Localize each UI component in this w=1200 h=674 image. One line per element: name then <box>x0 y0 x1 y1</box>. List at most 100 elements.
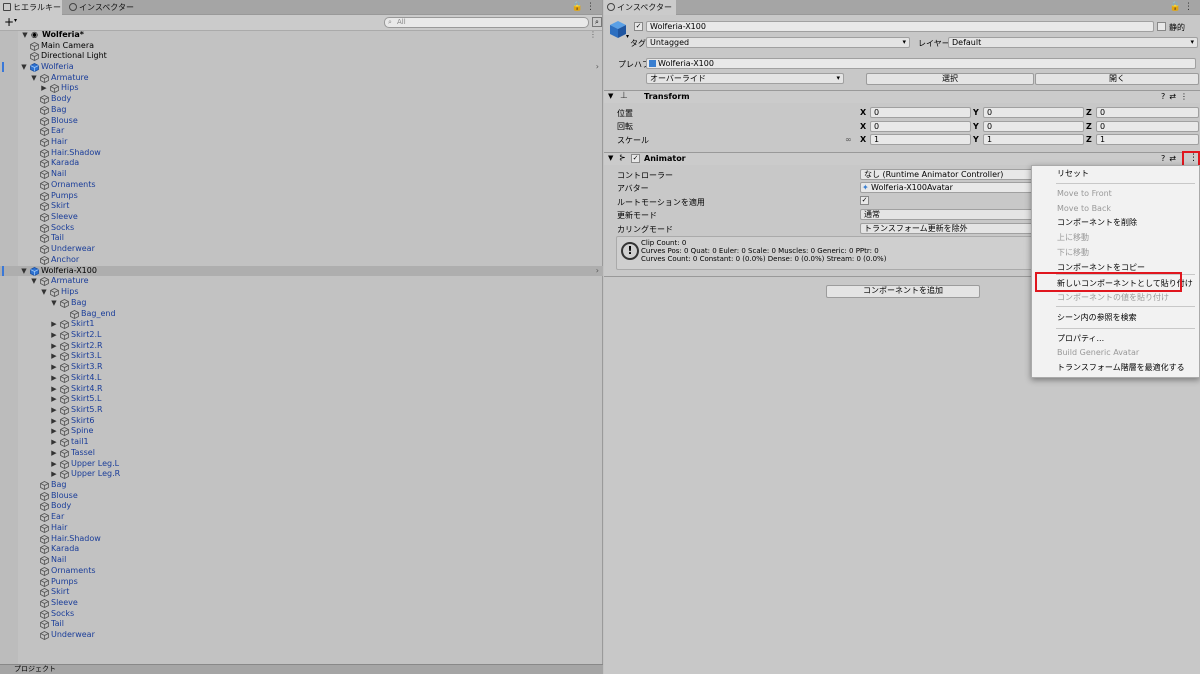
controller-field[interactable]: なし (Runtime Animator Controller) <box>860 169 1040 180</box>
hierarchy-row[interactable]: ▶ Upper Leg.R <box>0 469 603 480</box>
tab-inspector[interactable]: インスペクター <box>604 0 676 15</box>
context-menu-item[interactable]: トランスフォーム階層を最適化する <box>1057 362 1185 374</box>
rotation-y-axis-label[interactable]: Y <box>973 122 979 131</box>
position-z-axis-label[interactable]: Z <box>1086 108 1092 117</box>
position-x-axis-label[interactable]: X <box>860 108 866 117</box>
expand-arrow-icon[interactable]: ▶ <box>50 469 58 480</box>
rotation-x-axis-label[interactable]: X <box>860 122 866 131</box>
select-button[interactable]: 選択 <box>866 73 1034 85</box>
open-button[interactable]: 開く <box>1035 73 1199 85</box>
more-icon[interactable]: ⋮ <box>1184 2 1196 12</box>
hierarchy-row[interactable]: ▶ Skirt4.L <box>0 373 603 384</box>
hierarchy-row[interactable]: ▶ Skirt2.R <box>0 341 603 352</box>
expand-arrow-icon[interactable]: ▶ <box>50 351 58 362</box>
add-button[interactable]: + <box>4 15 14 29</box>
inspector-tab-buttons[interactable]: 🔒⋮ <box>1170 2 1196 12</box>
expand-arrow-icon[interactable]: ▶ <box>50 362 58 373</box>
context-menu-item[interactable]: プロパティ... <box>1057 333 1104 345</box>
more-icon[interactable]: ⋮ <box>586 2 598 12</box>
tab-menu-buttons[interactable]: 🔒⋮ <box>572 2 598 12</box>
collapse-arrow-icon[interactable]: ▼ <box>50 298 58 309</box>
component-header-icons[interactable]: ?⇄ <box>1161 154 1180 163</box>
hierarchy-row[interactable]: Main Camera <box>0 41 603 52</box>
hierarchy-row[interactable]: Hair <box>0 523 603 534</box>
rotation-z-axis-label[interactable]: Z <box>1086 122 1092 131</box>
hierarchy-row[interactable]: Sleeve <box>0 598 603 609</box>
search-input[interactable]: ⌕ All <box>384 17 589 28</box>
hierarchy-row[interactable]: ▶ Spine <box>0 426 603 437</box>
scale-x-axis-label[interactable]: X <box>860 135 866 144</box>
collapse-arrow-icon[interactable]: ▼ <box>20 62 28 73</box>
tab-inspector-left[interactable]: インスペクター <box>66 0 136 15</box>
chevron-right-icon[interactable]: › <box>596 62 599 73</box>
scene-more-icon[interactable]: ⋮ <box>589 30 597 41</box>
expand-arrow-icon[interactable]: ▶ <box>50 319 58 330</box>
hierarchy-row[interactable]: Hair <box>0 137 603 148</box>
culling-mode-dropdown[interactable]: トランスフォーム更新を除外 <box>860 223 1040 234</box>
expand-arrow-icon[interactable]: ▼ <box>608 92 613 100</box>
object-name-field[interactable]: Wolferia-X100 <box>646 21 1154 32</box>
animator-header[interactable]: ▼ ⊱ ✓ Animator ?⇄ <box>604 152 1200 165</box>
hierarchy-row[interactable]: Hair.Shadow <box>0 148 603 159</box>
position-y-field[interactable]: 0 <box>983 107 1084 118</box>
hierarchy-row[interactable]: Karada <box>0 544 603 555</box>
expand-arrow-icon[interactable]: ▶ <box>40 83 48 94</box>
lock-icon[interactable]: 🔒 <box>1170 2 1184 12</box>
hierarchy-row[interactable]: ▼ Wolferia-X100 › <box>0 265 603 277</box>
position-x-field[interactable]: 0 <box>870 107 971 118</box>
hierarchy-row[interactable]: ▼ Armature <box>0 276 603 287</box>
hierarchy-row[interactable]: Bag <box>0 480 603 491</box>
hierarchy-row[interactable]: Skirt <box>0 201 603 212</box>
hierarchy-row[interactable]: ▶ Tassel <box>0 448 603 459</box>
collapse-arrow-icon[interactable]: ▼ <box>40 287 48 298</box>
override-dropdown[interactable]: オーバーライド <box>646 73 844 84</box>
avatar-field[interactable]: ✦ Wolferia-X100Avatar <box>860 182 1040 193</box>
position-y-axis-label[interactable]: Y <box>973 108 979 117</box>
hierarchy-row[interactable]: Tail <box>0 233 603 244</box>
hierarchy-row[interactable]: ▶ Upper Leg.L <box>0 459 603 470</box>
collapse-arrow-icon[interactable]: ▼ <box>30 73 38 84</box>
hierarchy-row[interactable]: ▶ Skirt3.R <box>0 362 603 373</box>
update-mode-dropdown[interactable]: 通常 <box>860 209 1040 220</box>
collapse-arrow-icon[interactable]: ▼ <box>30 276 38 287</box>
hierarchy-row[interactable]: Sleeve <box>0 212 603 223</box>
hierarchy-row[interactable]: Nail <box>0 169 603 180</box>
hierarchy-row[interactable]: ▼ Bag <box>0 298 603 309</box>
hierarchy-row[interactable]: Blouse <box>0 491 603 502</box>
hierarchy-row[interactable]: Ornaments <box>0 566 603 577</box>
hierarchy-row[interactable]: Karada <box>0 158 603 169</box>
hierarchy-row[interactable]: Tail <box>0 619 603 630</box>
animator-enabled-checkbox[interactable]: ✓ <box>631 154 640 163</box>
scale-z-axis-label[interactable]: Z <box>1086 135 1092 144</box>
expand-arrow-icon[interactable]: ▶ <box>50 373 58 384</box>
scale-y-axis-label[interactable]: Y <box>973 135 979 144</box>
hierarchy-row[interactable]: Body <box>0 501 603 512</box>
chevron-down-icon[interactable]: ▾ <box>626 33 629 40</box>
chevron-right-icon[interactable]: › <box>596 266 599 277</box>
hierarchy-row[interactable]: Bag_end <box>0 309 603 320</box>
rotation-z-field[interactable]: 0 <box>1096 121 1199 132</box>
expand-arrow-icon[interactable]: ▶ <box>50 384 58 395</box>
hierarchy-row[interactable]: Anchor <box>0 255 603 266</box>
hierarchy-row[interactable]: Underwear <box>0 244 603 255</box>
hierarchy-row[interactable]: Ear <box>0 512 603 523</box>
context-menu-item[interactable]: コンポーネントを削除 <box>1057 217 1137 229</box>
animator-more-icon[interactable]: ⋮ <box>1189 153 1198 163</box>
expand-arrow-icon[interactable]: ▶ <box>50 437 58 448</box>
hierarchy-row[interactable]: Hair.Shadow <box>0 534 603 545</box>
hierarchy-row[interactable]: ▶ Skirt2.L <box>0 330 603 341</box>
scale-x-field[interactable]: 1 <box>870 134 971 145</box>
hierarchy-row[interactable]: ▶ Hips <box>0 83 603 94</box>
prefab-field[interactable]: Wolferia-X100 <box>646 58 1196 69</box>
hierarchy-row[interactable]: ▼ Armature <box>0 73 603 84</box>
scale-y-field[interactable]: 1 <box>983 134 1084 145</box>
add-component-button[interactable]: コンポーネントを追加 <box>826 285 980 298</box>
hierarchy-row[interactable]: ▶ tail1 <box>0 437 603 448</box>
tag-dropdown[interactable]: Untagged <box>646 37 910 48</box>
context-menu-item[interactable]: リセット <box>1057 168 1089 180</box>
hierarchy-row[interactable]: Bag <box>0 105 603 116</box>
expand-arrow-icon[interactable]: ▶ <box>50 416 58 427</box>
hierarchy-row[interactable]: ▶ Skirt3.L <box>0 351 603 362</box>
expand-arrow-icon[interactable]: ▶ <box>50 459 58 470</box>
expand-arrow-icon[interactable]: ▼ <box>608 154 613 162</box>
